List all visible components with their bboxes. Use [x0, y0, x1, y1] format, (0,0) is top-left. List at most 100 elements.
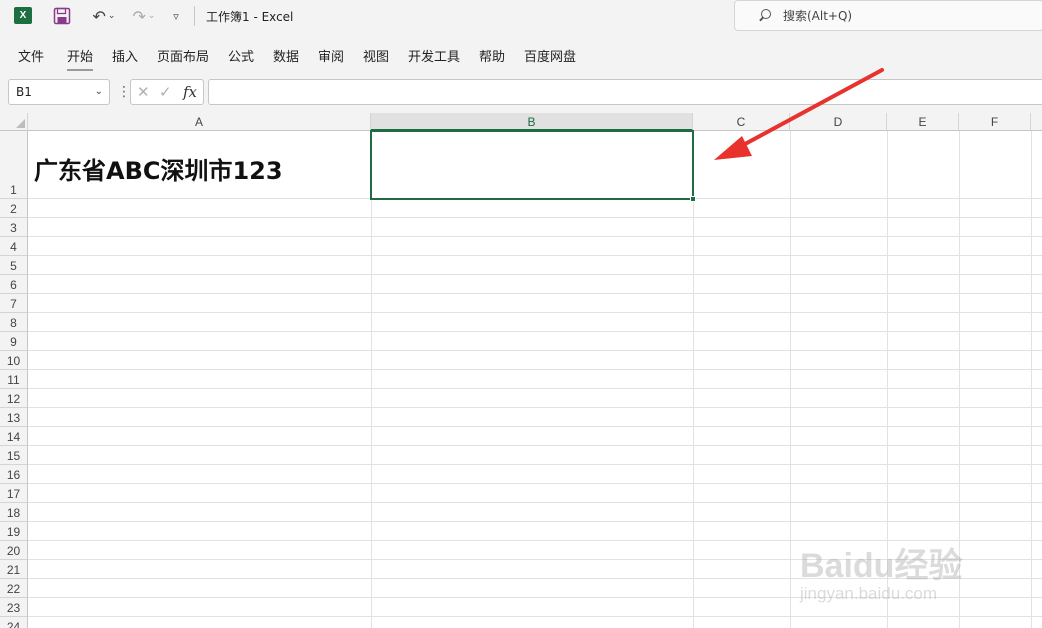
- row-header-1[interactable]: 1: [0, 131, 28, 199]
- row-number: 10: [6, 354, 21, 368]
- column-header-c[interactable]: C: [693, 113, 790, 131]
- row-header-9[interactable]: 9: [0, 332, 28, 351]
- row-header-13[interactable]: 13: [0, 408, 28, 427]
- selected-cell-b1[interactable]: [370, 130, 696, 202]
- row-header-21[interactable]: 21: [0, 560, 28, 579]
- save-icon: [53, 7, 71, 25]
- gridline: [28, 388, 1042, 389]
- gridline: [28, 407, 1042, 408]
- row-header-4[interactable]: 4: [0, 237, 28, 256]
- row-header-15[interactable]: 15: [0, 446, 28, 465]
- row-header-20[interactable]: 20: [0, 541, 28, 560]
- fill-handle[interactable]: [690, 196, 696, 202]
- gridline: [790, 131, 791, 628]
- row-header-18[interactable]: 18: [0, 503, 28, 522]
- tab-review[interactable]: 审阅: [318, 46, 344, 65]
- tab-file[interactable]: 文件: [18, 46, 44, 65]
- row-number: 7: [10, 297, 17, 311]
- select-all-button[interactable]: [0, 113, 28, 131]
- search-placeholder: 搜索(Alt+Q): [783, 9, 853, 23]
- watermark-logo: Baidu经验: [800, 547, 963, 585]
- tab-home[interactable]: 开始: [67, 46, 94, 71]
- column-header-f[interactable]: F: [959, 113, 1031, 131]
- row-header-7[interactable]: 7: [0, 294, 28, 313]
- gridline: [28, 331, 1042, 332]
- tab-help[interactable]: 帮助: [479, 46, 505, 65]
- excel-app-icon[interactable]: X: [14, 7, 32, 24]
- name-box[interactable]: B1 ⌄: [8, 79, 110, 105]
- row-header-23[interactable]: 23: [0, 598, 28, 617]
- gridline: [28, 369, 1042, 370]
- formula-input[interactable]: [208, 79, 1042, 105]
- watermark-url: jingyan.baidu.com: [800, 584, 938, 603]
- formula-bar-grip-icon[interactable]: ⋮: [117, 82, 131, 102]
- gridline: [28, 255, 1042, 256]
- customize-quick-access-button[interactable]: ▿: [168, 6, 184, 26]
- column-header-e[interactable]: E: [887, 113, 959, 131]
- row-header-8[interactable]: 8: [0, 313, 28, 332]
- row-header-2[interactable]: 2: [0, 199, 28, 218]
- row-number: 24: [6, 620, 21, 628]
- gridline: [28, 217, 1042, 218]
- gridline: [28, 616, 1042, 617]
- title-bar: X ↶ ⌄ ↷ ⌄ ▿ 工作簿1 - Excel 搜索(Alt+Q): [0, 0, 1042, 32]
- row-header-16[interactable]: 16: [0, 465, 28, 484]
- tab-developer[interactable]: 开发工具: [408, 46, 460, 65]
- row-number: 3: [10, 221, 17, 235]
- row-header-11[interactable]: 11: [0, 370, 28, 389]
- row-number: 22: [6, 582, 21, 596]
- row-number: 14: [6, 430, 21, 444]
- search-box[interactable]: 搜索(Alt+Q): [734, 0, 1042, 31]
- gridline: [1031, 131, 1032, 628]
- row-number: 19: [6, 525, 21, 539]
- gridline: [28, 502, 1042, 503]
- gridline: [28, 483, 1042, 484]
- row-number: 8: [10, 316, 17, 330]
- row-header-6[interactable]: 6: [0, 275, 28, 294]
- chevron-down-icon[interactable]: ⌄: [95, 86, 103, 97]
- row-number: 5: [10, 259, 17, 273]
- gridline: [28, 350, 1042, 351]
- search-icon: [757, 8, 773, 24]
- row-header-10[interactable]: 10: [0, 351, 28, 370]
- gridline: [28, 445, 1042, 446]
- save-button[interactable]: [52, 6, 72, 26]
- row-number: 12: [6, 392, 21, 406]
- enter-icon[interactable]: ✓: [159, 83, 172, 101]
- column-header-a[interactable]: A: [28, 113, 371, 131]
- tab-insert[interactable]: 插入: [112, 46, 138, 65]
- redo-button[interactable]: ↷ ⌄: [128, 6, 160, 26]
- tab-page-layout[interactable]: 页面布局: [157, 46, 209, 65]
- row-number: 13: [6, 411, 21, 425]
- row-header-5[interactable]: 5: [0, 256, 28, 275]
- undo-button[interactable]: ↶ ⌄: [88, 6, 120, 26]
- row-number: 4: [10, 240, 17, 254]
- tab-data[interactable]: 数据: [273, 46, 299, 65]
- gridline: [693, 131, 694, 628]
- formula-actions: ✕ ✓ fx: [130, 79, 204, 105]
- cancel-icon[interactable]: ✕: [137, 83, 150, 101]
- tab-formulas[interactable]: 公式: [228, 46, 254, 65]
- row-header-19[interactable]: 19: [0, 522, 28, 541]
- row-number: 15: [6, 449, 21, 463]
- name-box-value: B1: [16, 85, 32, 99]
- row-header-3[interactable]: 3: [0, 218, 28, 237]
- gridline: [28, 236, 1042, 237]
- insert-function-button[interactable]: fx: [183, 83, 197, 101]
- tab-view[interactable]: 视图: [363, 46, 389, 65]
- tab-baidu-netdisk[interactable]: 百度网盘: [524, 46, 576, 65]
- column-header-b[interactable]: B: [371, 113, 693, 131]
- more-dropdown-icon: ▿: [173, 9, 179, 23]
- column-header-d[interactable]: D: [790, 113, 887, 131]
- row-number: 17: [6, 487, 21, 501]
- row-header-24[interactable]: 24: [0, 617, 28, 628]
- row-header-22[interactable]: 22: [0, 579, 28, 598]
- column-header-next[interactable]: [1031, 113, 1042, 131]
- row-header-12[interactable]: 12: [0, 389, 28, 408]
- row-header-14[interactable]: 14: [0, 427, 28, 446]
- row-header-17[interactable]: 17: [0, 484, 28, 503]
- row-number: 21: [6, 563, 21, 577]
- row-number: 6: [10, 278, 17, 292]
- cell-a1[interactable]: 广东省ABC深圳市123: [34, 151, 283, 186]
- gridline: [28, 426, 1042, 427]
